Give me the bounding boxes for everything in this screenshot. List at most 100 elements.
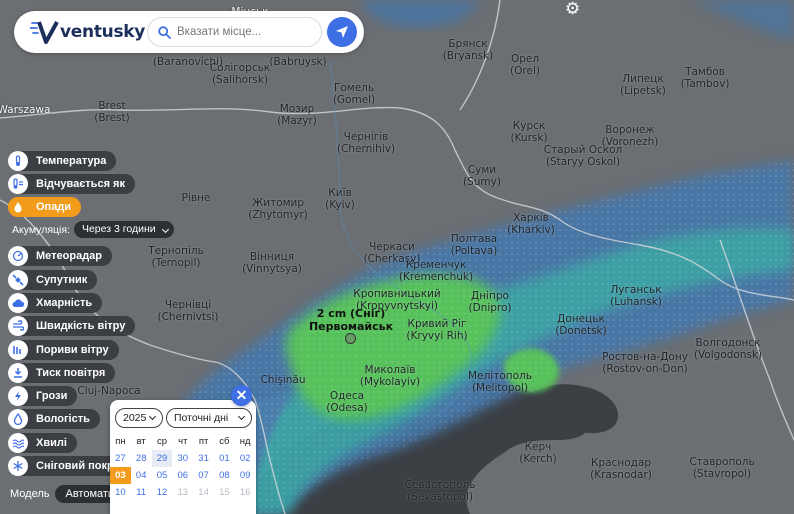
calendar-day[interactable]: 06 (172, 467, 193, 484)
city-label: Брянск (Bryansk) (442, 38, 494, 62)
search-box[interactable] (147, 17, 322, 47)
city-label: Миколаїв (Mykolayiv) (359, 364, 421, 388)
layer-label: Температура (36, 155, 107, 167)
layer-label: Опади (36, 201, 72, 213)
waves-icon (8, 433, 28, 453)
layer-label: Пориви вітру (36, 344, 109, 356)
city-label: Луганськ (Luhansk) (610, 284, 662, 308)
layer-precipitation[interactable]: Опади (8, 197, 82, 217)
calendar-day[interactable]: 04 (131, 467, 152, 484)
layer-label: Супутник (36, 274, 88, 286)
calendar-week: 03 04 05 06 07 08 09 (110, 467, 256, 484)
layer-label: Відчувається як (36, 178, 125, 190)
accumulation-select[interactable]: Через 3 години (73, 221, 174, 238)
city-label: Волгодонск (Volgodonsk) (693, 337, 763, 361)
calendar-day[interactable]: 31 (193, 450, 214, 467)
layer-humidity[interactable]: Вологість (8, 409, 100, 429)
city-label: (Babruysk) (269, 56, 327, 68)
calendar-day[interactable]: 07 (193, 467, 214, 484)
location-marker[interactable] (345, 333, 356, 344)
city-label: Керч (Kerch) (519, 441, 557, 465)
layer-radar[interactable]: Метеорадар (8, 246, 113, 266)
layer-feels-like[interactable]: Відчувається як (8, 174, 135, 194)
layer-label: Хвилі (36, 437, 67, 449)
close-icon[interactable]: ✕ (231, 385, 252, 406)
layer-wind-gusts[interactable]: Пориви вітру (8, 340, 119, 360)
city-label: Дніпро (Dnipro) (468, 290, 512, 314)
calendar-day[interactable]: 29 (151, 450, 173, 467)
city-label: Орел (Orel) (510, 53, 540, 77)
gusts-icon (8, 340, 28, 360)
gear-icon[interactable]: ⚙ (565, 0, 580, 19)
year-select[interactable]: 2025 (115, 408, 163, 428)
locate-button[interactable] (327, 17, 357, 47)
weekday-header: пн вт ср чт пт сб нд (110, 433, 256, 450)
layer-pressure[interactable]: Тиск повітря (8, 363, 116, 383)
weekday-label: сб (219, 436, 230, 447)
city-label: Тамбов (Tambov) (680, 66, 730, 90)
calendar-day[interactable]: 09 (235, 467, 256, 484)
calendar-day[interactable]: 05 (152, 467, 173, 484)
layer-satellite[interactable]: Супутник (8, 270, 98, 290)
search-icon (158, 25, 171, 39)
city-label: Кременчук (Kremenchuk) (398, 259, 474, 283)
weekday-label: вт (136, 436, 146, 447)
city-label: Brest (Brest) (94, 100, 130, 124)
range-select[interactable]: Поточні дні (166, 408, 252, 428)
lightning-icon (8, 386, 28, 406)
calendar-day[interactable]: 12 (152, 484, 173, 501)
snow-amount-label: 2 cm (Сніг) Первомайськ (309, 307, 393, 333)
calendar-day[interactable]: 27 (110, 450, 131, 467)
calendar-day: 14 (198, 487, 209, 498)
city-label: Суми (Sumy) (463, 164, 501, 188)
calendar-day-selected[interactable]: 03 (110, 467, 131, 484)
city-label: Курск (Kursk) (510, 120, 548, 144)
calendar-day[interactable]: 10 (110, 484, 131, 501)
cloud-icon (8, 293, 28, 313)
model-label: Модель (10, 488, 50, 500)
city-label: Харків (Kharkiv) (507, 212, 555, 236)
layer-waves[interactable]: Хвилі (8, 433, 77, 453)
calendar-day: 13 (177, 487, 189, 498)
city-label: Ставрополь (Stavropol) (689, 456, 755, 480)
snow-amount: 2 cm (Сніг) (316, 307, 386, 320)
calendar-day[interactable]: 08 (214, 467, 235, 484)
calendar-day[interactable]: 11 (131, 484, 152, 501)
calendar-day[interactable]: 30 (172, 450, 193, 467)
city-label: Чернігів (Chernihiv) (336, 131, 396, 155)
city-label: Липецк (Lipetsk) (620, 73, 666, 97)
weekday-label: пн (115, 436, 126, 447)
city-label: Севастополь (Sevastopol) (404, 479, 476, 503)
accumulation-row: Акумуляція: Через 3 години (12, 221, 174, 238)
search-input[interactable] (177, 26, 317, 38)
calendar-day: 16 (239, 487, 251, 498)
calendar-day[interactable]: 02 (235, 450, 256, 467)
city-label: Полтава (Poltava) (450, 233, 498, 257)
feels-like-icon (8, 174, 28, 194)
weekday-label: чт (178, 436, 188, 447)
city-label: Warszawa (0, 104, 51, 116)
calendar-week: 27 28 29 30 31 01 02 (110, 450, 256, 467)
city-label: Донецьк (Donetsk) (555, 313, 607, 337)
city-label: Вінниця (Vinnytsya) (242, 251, 302, 275)
pressure-icon (8, 363, 28, 383)
wind-icon (8, 316, 28, 336)
city-label: Житомир (Zhytomyr) (248, 197, 308, 221)
logo-text: ventusky (60, 22, 146, 42)
radar-icon (8, 246, 28, 266)
layer-wind-speed[interactable]: Швидкість вітру (8, 316, 136, 336)
calendar-day[interactable]: 01 (214, 450, 235, 467)
city-label: Мелітополь (Melitopol) (468, 370, 532, 394)
layer-clouds[interactable]: Хмарність (8, 293, 103, 313)
city-label: Cluj-Napoca (77, 385, 141, 397)
city-label: Chişinău (260, 374, 306, 386)
layer-thunderstorms[interactable]: Грози (8, 386, 78, 406)
layer-temperature[interactable]: Температура (8, 151, 117, 171)
city-label: (Baranovichi) (152, 56, 224, 68)
layer-label: Тиск повітря (36, 367, 106, 379)
logo[interactable]: ventusky (30, 20, 145, 44)
satellite-icon (8, 270, 28, 290)
calendar-grid: пн вт ср чт пт сб нд 27 28 29 30 31 01 0… (110, 433, 256, 501)
city-label: Гомель (Gomel) (332, 82, 376, 106)
calendar-day[interactable]: 28 (131, 450, 152, 467)
